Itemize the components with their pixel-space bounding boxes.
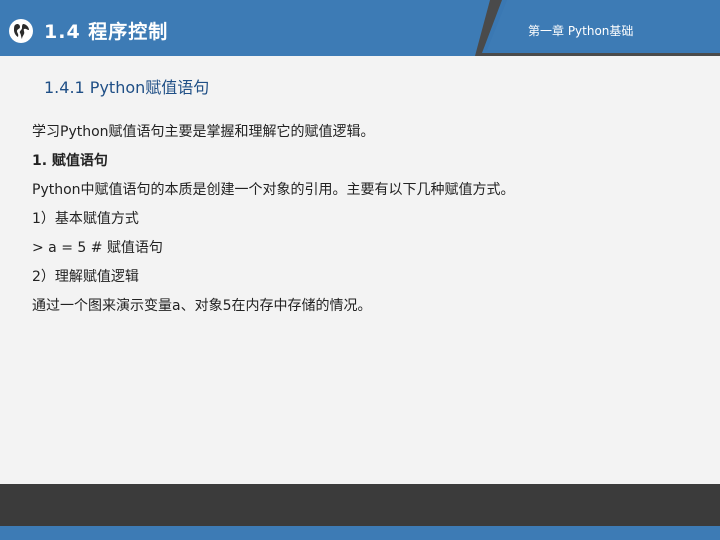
memory-demo-line: 通过一个图来演示变量a、对象5在内存中存储的情况。 (32, 298, 372, 314)
body-text: 学习Python赋值语句主要是掌握和理解它的赋值逻辑。 1. 赋值语句 Pyth… (32, 122, 702, 325)
subsection-heading: 1.4.1 Python赋值语句 (44, 78, 210, 97)
intro-line: 学习Python赋值语句主要是掌握和理解它的赋值逻辑。 (32, 124, 375, 140)
essence-line: Python中赋值语句的本质是创建一个对象的引用。主要有以下几种赋值方式。 (32, 182, 515, 198)
heading-assignment: 1. 赋值语句 (32, 153, 108, 169)
footer-bar (0, 484, 720, 526)
item-assignment-logic: 2）理解赋值逻辑 (32, 269, 139, 285)
globe-icon (9, 19, 33, 43)
chapter-label: 第一章 Python基础 (528, 24, 634, 38)
footer-stripe (0, 526, 720, 540)
code-example: > a = 5 # 赋值语句 (32, 240, 163, 256)
section-title: 1.4 程序控制 (44, 21, 169, 43)
item-basic-assignment: 1）基本赋值方式 (32, 211, 139, 227)
